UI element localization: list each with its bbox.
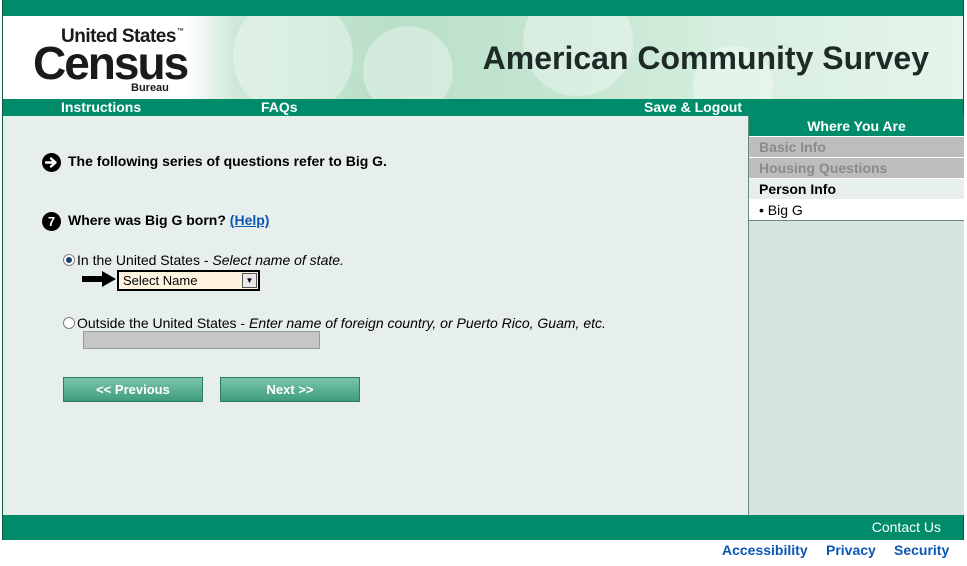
radio-outside-us[interactable]: [63, 317, 75, 329]
sidebar-item-person-info: Person Info: [749, 179, 964, 200]
banner-photo-shape: [363, 26, 453, 99]
logo-bureau: Bureau: [131, 82, 169, 94]
triangle-down-icon[interactable]: ▼: [242, 273, 257, 288]
black-arrow-right-icon: [82, 271, 116, 287]
option-outside-label: Outside the United States -: [77, 315, 249, 331]
census-logo[interactable]: United States ™ Census Bureau: [31, 26, 191, 96]
header-banner: United States ™ Census Bureau American C…: [3, 16, 963, 99]
security-link[interactable]: Security: [894, 542, 949, 558]
privacy-link[interactable]: Privacy: [826, 542, 876, 558]
question-number-icon: 7: [42, 212, 61, 231]
intro-text: The following series of questions refer …: [68, 153, 387, 169]
previous-button[interactable]: << Previous: [63, 377, 203, 402]
sidebar-item-big-g[interactable]: • Big G: [749, 200, 964, 221]
state-select[interactable]: Select Name ▼: [117, 270, 260, 291]
option-outside-hint: Enter name of foreign country, or Puerto…: [248, 315, 606, 331]
nav-instructions[interactable]: Instructions: [61, 99, 141, 116]
state-select-value: Select Name: [123, 273, 198, 288]
footer-bar: Contact Us: [3, 515, 963, 540]
help-link[interactable]: (Help): [230, 212, 270, 228]
arrow-right-circle-icon: [42, 153, 61, 172]
question-text: Where was Big G born?: [68, 212, 226, 228]
survey-title: American Community Survey: [482, 40, 929, 76]
option-outside-us[interactable]: Outside the United States - Enter name o…: [63, 315, 606, 331]
option-us-label: In the United States -: [77, 252, 213, 268]
nav-faqs[interactable]: FAQs: [261, 99, 298, 116]
next-button[interactable]: Next >>: [220, 377, 360, 402]
where-you-are-panel: Where You Are Basic Info Housing Questio…: [748, 116, 964, 515]
top-nav: Instructions FAQs Save & Logout: [3, 99, 963, 116]
logo-census: Census: [33, 37, 189, 89]
radio-united-states[interactable]: [63, 254, 75, 266]
logo-trademark: ™: [177, 28, 184, 35]
contact-us-link[interactable]: Contact Us: [872, 519, 941, 535]
question-heading: Where was Big G born? (Help): [68, 212, 269, 228]
banner-photo-shape: [233, 16, 353, 99]
sidebar-title: Where You Are: [749, 116, 964, 137]
option-united-states[interactable]: In the United States - Select name of st…: [63, 252, 344, 268]
top-strip: [3, 0, 963, 16]
sidebar-item-housing-questions: Housing Questions: [749, 158, 964, 179]
option-us-hint: Select name of state.: [212, 252, 344, 268]
country-input[interactable]: [83, 331, 320, 349]
nav-save-logout[interactable]: Save & Logout: [644, 99, 742, 116]
accessibility-link[interactable]: Accessibility: [722, 542, 808, 558]
sidebar-item-basic-info: Basic Info: [749, 137, 964, 158]
